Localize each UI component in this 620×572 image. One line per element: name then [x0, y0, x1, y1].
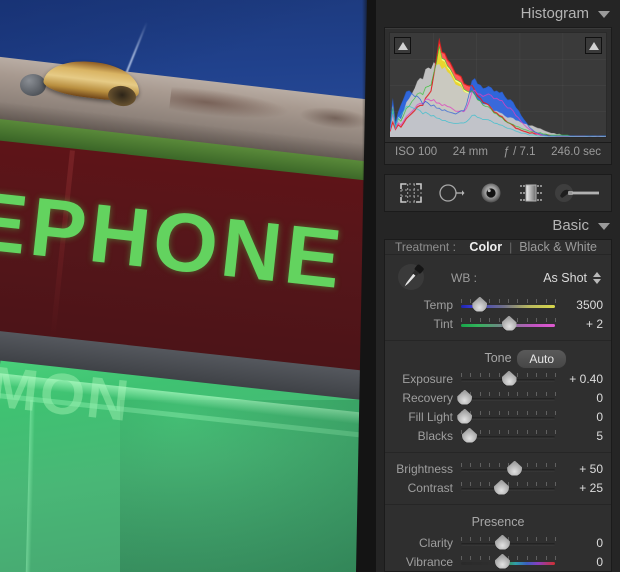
exif-info-row: ISO 100 24 mm ƒ / 7.1 246.0 sec — [384, 143, 612, 165]
treatment-divider: | — [509, 240, 513, 254]
highlight-clipping-indicator[interactable] — [585, 37, 602, 54]
white-balance-row: WB : As Shot — [385, 261, 611, 295]
slider-value-recovery[interactable]: 0 — [561, 391, 603, 405]
photo-bolt — [20, 74, 46, 96]
chevron-down-icon[interactable] — [598, 11, 610, 18]
spot-removal-tool[interactable] — [431, 178, 471, 208]
slider-track-vibrance[interactable] — [461, 553, 557, 569]
slider-track-recovery[interactable] — [457, 389, 557, 405]
presence-title: Presence — [471, 515, 525, 529]
basic-panel-body: Treatment : Color | Black & White WB: A… — [384, 239, 612, 572]
presence-sliders: Clarity0Vibrance0Saturation0 — [385, 533, 611, 571]
exif-shutter-speed: 246.0 sec — [551, 146, 601, 158]
slider-row-fill-light: Fill Light 0 — [385, 407, 611, 426]
slider-label-exposure: Exposure — [402, 371, 453, 386]
slider-label-blacks: Blacks — [417, 428, 453, 443]
slider-row-blacks: Blacks 5 — [385, 426, 611, 445]
tone-title: Tone — [484, 351, 512, 365]
right-panel: Histogram ISO 100 24 mm ƒ / 7.1 246.0 se… — [376, 0, 620, 572]
slider-row-vibrance: Vibrance 0 — [385, 552, 611, 571]
exif-aperture: ƒ / 7.1 — [503, 146, 536, 158]
slider-row-temp: Temp 3500 — [385, 295, 611, 314]
auto-tone-button[interactable]: Auto — [516, 349, 567, 369]
red-eye-correction-tool[interactable] — [471, 178, 511, 208]
graduated-filter-tool[interactable] — [511, 178, 551, 208]
treatment-option-color[interactable]: Color — [469, 240, 502, 254]
crop-overlay-tool[interactable] — [391, 178, 431, 208]
slider-value-exposure[interactable]: + 0.40 — [561, 372, 603, 386]
wb-value[interactable]: As Shot — [543, 271, 587, 285]
triangle-up-icon — [397, 41, 408, 50]
slider-value-tint[interactable]: + 2 — [561, 317, 603, 331]
slider-value-fill-light[interactable]: 0 — [561, 410, 603, 424]
slider-line — [461, 416, 556, 420]
white-balance-group: WB : As Shot Temp 3500 Tint + 2 — [385, 255, 611, 341]
slider-label-contrast: Contrast — [407, 480, 453, 495]
histogram-canvas[interactable] — [389, 32, 607, 138]
exif-focal-length: 24 mm — [452, 146, 488, 158]
slider-label-vibrance: Vibrance — [405, 554, 453, 569]
slider-value-temp[interactable]: 3500 — [561, 298, 603, 312]
slider-label-tint: Tint — [433, 316, 453, 331]
slider-value-blacks[interactable]: 5 — [561, 429, 603, 443]
updown-arrows-icon[interactable] — [593, 272, 601, 284]
slider-label-recovery: Recovery — [402, 390, 453, 405]
treatment-label: Treatment : — [395, 240, 456, 254]
photo-glass-shading — [120, 400, 376, 572]
adjustment-brush-tool[interactable] — [551, 178, 605, 208]
brightness-contrast-group: Brightness + 50 Contrast + 25 — [385, 453, 611, 505]
tool-strip — [384, 174, 612, 212]
histogram-container[interactable] — [384, 27, 612, 143]
slider-row-tint: Tint + 2 — [385, 314, 611, 333]
slider-track-blacks[interactable] — [461, 427, 557, 443]
basic-title: Basic — [552, 217, 589, 234]
treatment-option-black-and-white[interactable]: Black & White — [519, 240, 597, 254]
histogram-section-header[interactable]: Histogram — [376, 0, 620, 27]
wb-label: WB : — [451, 271, 477, 285]
brightness-sliders: Brightness + 50 Contrast + 25 — [385, 459, 611, 497]
shadow-clipping-indicator[interactable] — [394, 37, 411, 54]
slider-label-brightness: Brightness — [396, 461, 453, 476]
slider-row-exposure: Exposure + 0.40 — [385, 369, 611, 388]
tone-sliders: Exposure + 0.40 Recovery 0 Fill Light 0 Blacks… — [385, 369, 611, 445]
slider-value-vibrance[interactable]: 0 — [561, 555, 603, 569]
slider-label-temp: Temp — [423, 297, 453, 312]
slider-label-fill-light: Fill Light — [408, 409, 453, 424]
slider-track-fill-light[interactable] — [457, 408, 557, 424]
slider-ticks — [461, 410, 557, 416]
treatment-row: Treatment : Color | Black & White — [385, 240, 611, 255]
slider-track-temp[interactable] — [461, 296, 557, 312]
tone-header: Tone Auto — [385, 347, 611, 369]
slider-track-clarity[interactable] — [461, 534, 557, 550]
slider-row-brightness: Brightness + 50 — [385, 459, 611, 478]
tone-group: Tone Auto Exposure + 0.40 Recovery 0 Fill Li… — [385, 341, 611, 453]
slider-value-clarity[interactable]: 0 — [561, 536, 603, 550]
slider-line — [461, 397, 556, 401]
wb-sliders: Temp 3500 Tint + 2 — [385, 295, 611, 333]
slider-ticks — [461, 391, 557, 397]
presence-group: Presence Clarity0Vibrance0Saturation0 — [385, 505, 611, 571]
slider-row-contrast: Contrast + 25 — [385, 478, 611, 497]
slider-track-tint[interactable] — [461, 315, 557, 331]
slider-value-contrast[interactable]: + 25 — [561, 481, 603, 495]
slider-track-exposure[interactable] — [461, 370, 557, 386]
slider-track-contrast[interactable] — [461, 479, 557, 495]
slider-track-brightness[interactable] — [461, 460, 557, 476]
photo-preview[interactable]: EPHONE MON — [0, 0, 376, 572]
slider-value-brightness[interactable]: + 50 — [561, 462, 603, 476]
eyedropper-icon[interactable] — [391, 261, 437, 295]
presence-header: Presence — [385, 511, 611, 533]
exif-iso: ISO 100 — [395, 146, 438, 158]
basic-section-header[interactable]: Basic — [376, 212, 620, 239]
slider-label-clarity: Clarity — [418, 535, 453, 550]
chevron-down-icon[interactable] — [598, 223, 610, 230]
histogram-title: Histogram — [520, 5, 589, 22]
slider-row-clarity: Clarity 0 — [385, 533, 611, 552]
triangle-up-icon — [588, 41, 599, 50]
slider-row-recovery: Recovery 0 — [385, 388, 611, 407]
